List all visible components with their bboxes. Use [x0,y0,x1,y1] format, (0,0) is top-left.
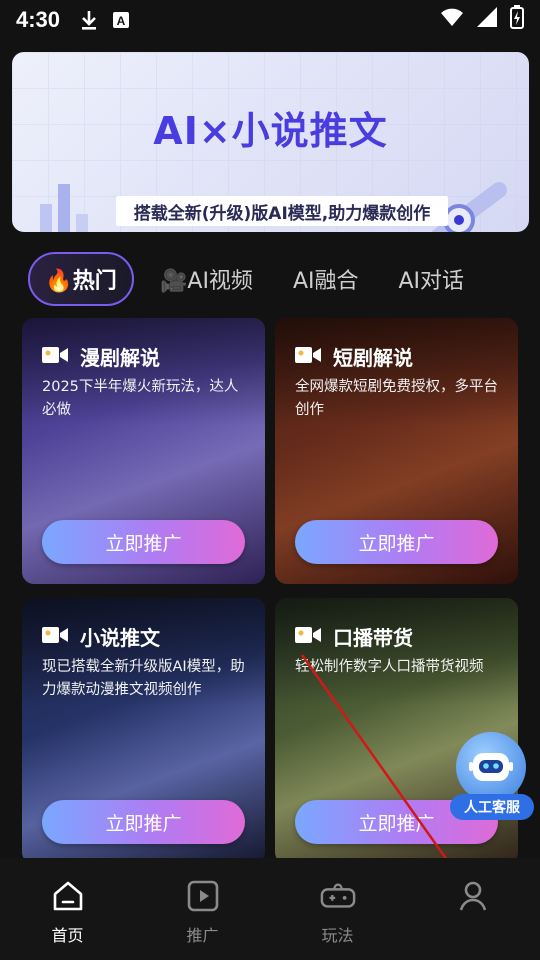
play-square-icon [185,878,221,914]
a-notification-icon: A [110,9,132,31]
tab-ai-chat[interactable]: AI对话 [398,252,464,306]
card-description: 2025下半年爆火新玩法，达人必做 [42,379,239,418]
banner-subtitle: 搭载全新(升级)版AI模型,助力爆款创作 [116,196,448,226]
card-novel-promotion[interactable]: 小说推文 现已搭载全新升级版AI模型，助力爆款动漫推文视频创作 立即推广 [22,598,265,864]
battery-icon [510,5,524,35]
nav-promote-label: 推广 [186,926,219,945]
promo-banner[interactable]: AI×小说推文 搭载全新(升级)版AI模型,助力爆款创作 [12,52,529,232]
card-livestream-sales[interactable]: 口播带货 轻松制作数字人口播带货视频 立即推广 [275,598,518,864]
card-title: 漫剧解说 [80,346,160,370]
promote-now-button[interactable]: 立即推广 [42,520,245,564]
card-title: 短剧解说 [333,346,413,370]
customer-service-label: 人工客服 [450,794,534,820]
profile-icon [455,878,491,914]
chart-decoration-icon [34,164,114,232]
home-icon [50,878,86,914]
card-description: 现已搭载全新升级版AI模型，助力爆款动漫推文视频创作 [42,659,245,698]
card-description: 轻松制作数字人口播带货视频 [295,659,484,675]
card-comic-commentary[interactable]: 漫剧解说 2025下半年爆火新玩法，达人必做 立即推广 [22,318,265,584]
promote-now-button[interactable]: 立即推广 [295,520,498,564]
promote-now-button[interactable]: 立即推广 [42,800,245,844]
wifi-icon [440,7,464,33]
status-time: 4:30 [16,7,61,32]
signal-icon [476,6,498,34]
svg-text:A: A [117,14,126,28]
status-bar: 4:30 A [0,0,540,40]
nav-home-label: 首页 [51,926,84,945]
banner-title: AI×小说推文 [153,109,388,153]
customer-service-button[interactable]: 人工客服 [450,732,534,822]
robot-icon [456,732,526,802]
tab-ai-video[interactable]: 🎥AI视频 [160,252,253,306]
nav-gameplay[interactable]: 玩法 [270,858,405,960]
gamepad-icon [320,878,356,914]
tab-ai-fusion[interactable]: AI融合 [293,252,359,306]
video-camera-icon [42,625,68,649]
bottom-navigation: 首页 推广 玩法 [0,858,540,960]
video-camera-icon [295,625,321,649]
nav-promote[interactable]: 推广 [135,858,270,960]
nav-profile[interactable] [405,858,540,960]
video-camera-icon [295,345,321,369]
card-title: 口播带货 [333,626,413,650]
card-title: 小说推文 [80,626,160,650]
nav-home[interactable]: 首页 [0,858,135,960]
download-icon [78,9,100,31]
card-description: 全网爆款短剧免费授权，多平台创作 [295,379,498,418]
video-camera-icon [42,345,68,369]
nav-gameplay-label: 玩法 [321,926,354,945]
tab-hot[interactable]: 🔥热门 [28,252,134,306]
category-tabs: 🔥热门 🎥AI视频 AI融合 AI对话 [28,252,464,306]
card-short-drama-commentary[interactable]: 短剧解说 全网爆款短剧免费授权，多平台创作 立即推广 [275,318,518,584]
